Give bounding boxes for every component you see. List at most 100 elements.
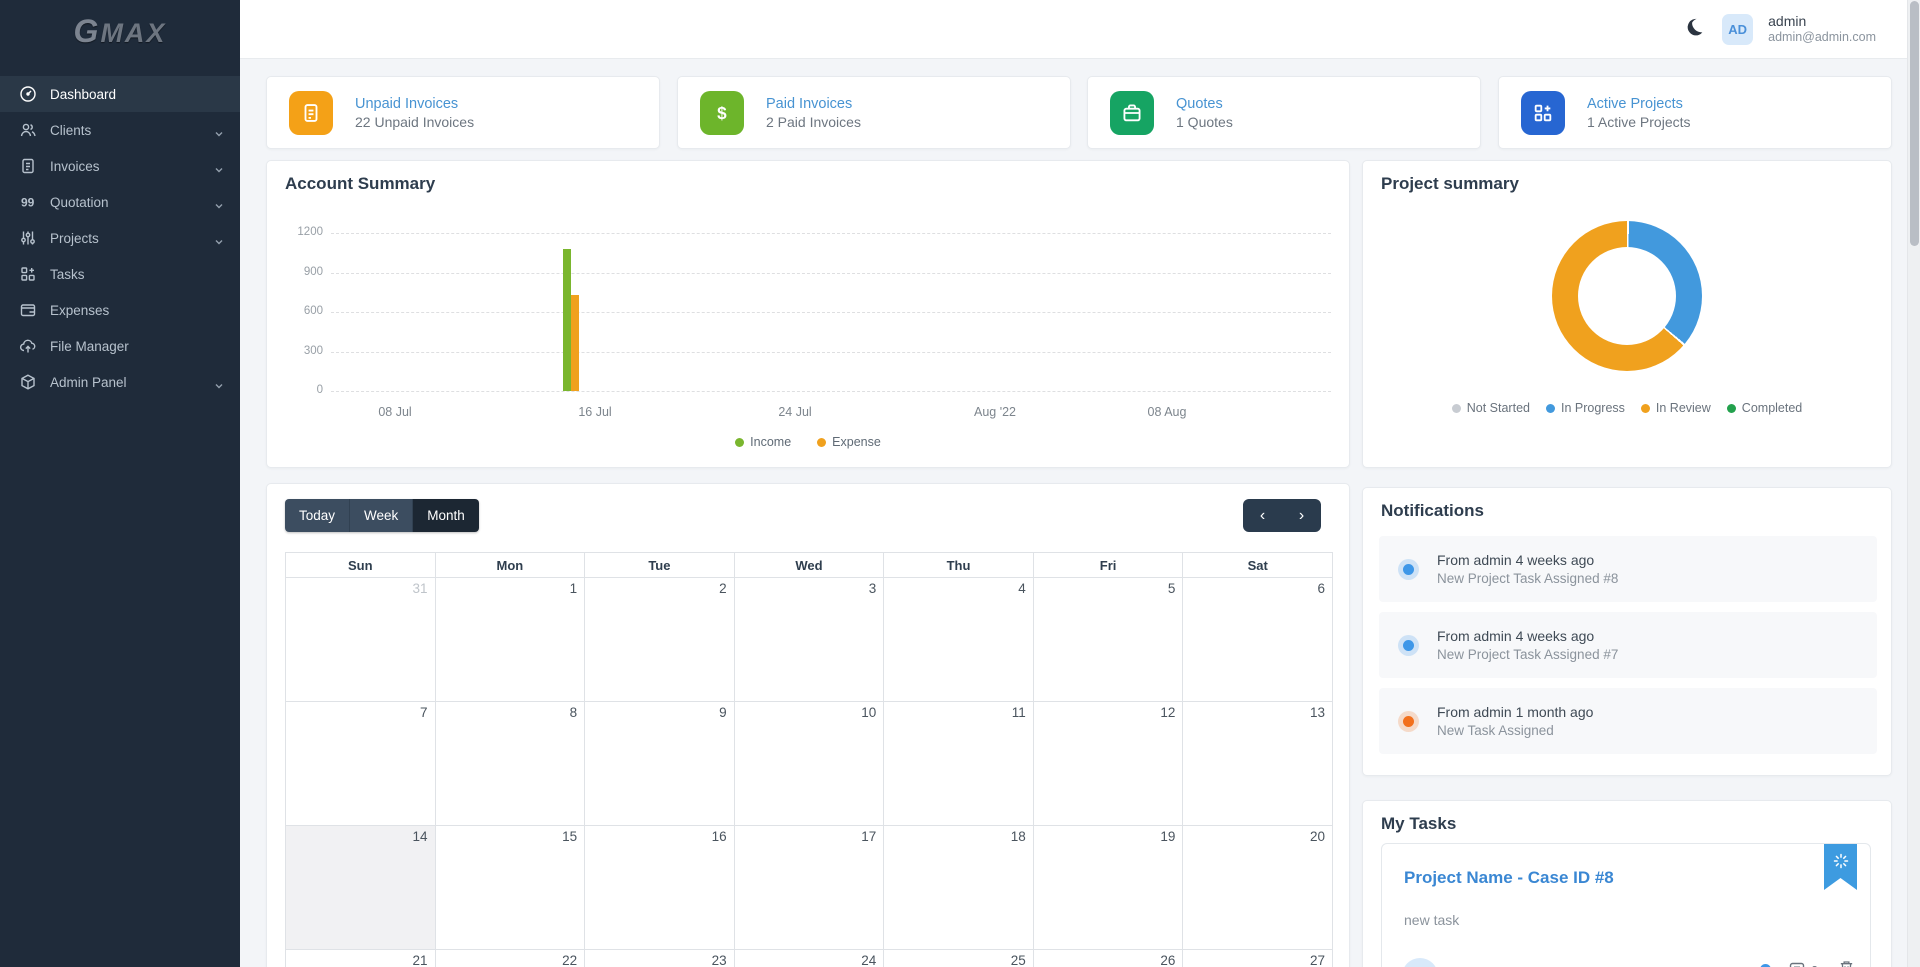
wallet-icon bbox=[19, 301, 37, 319]
legend-label: In Progress bbox=[1560, 401, 1625, 415]
gridline bbox=[331, 272, 1331, 274]
legend-item-expense[interactable]: Expense bbox=[817, 435, 881, 449]
notification-item[interactable]: From admin 4 weeks ago New Project Task A… bbox=[1379, 536, 1877, 602]
legend-item-in-review[interactable]: In Review bbox=[1640, 401, 1711, 415]
svg-text:99: 99 bbox=[21, 196, 35, 210]
calendar-day-cell-27[interactable]: 27 bbox=[1182, 949, 1333, 967]
calendar-day-cell-6[interactable]: 6 bbox=[1182, 577, 1333, 702]
task-title-link[interactable]: Project Name - Case ID #8 bbox=[1404, 868, 1614, 888]
calendar-day-cell-31[interactable]: 31 bbox=[285, 577, 436, 702]
sidebar-item-file-manager[interactable]: File Manager bbox=[0, 328, 240, 364]
calendar-day-cell-23[interactable]: 23 bbox=[584, 949, 735, 967]
y-axis-tick: 0 bbox=[316, 384, 323, 396]
calendar-day-cell-17[interactable]: 17 bbox=[733, 825, 885, 950]
calendar-view-today-button[interactable]: Today bbox=[285, 499, 351, 532]
sidebar-item-quotation[interactable]: 99 Quotation bbox=[0, 184, 240, 220]
trash-icon[interactable] bbox=[1838, 959, 1855, 967]
sidebar-item-tasks[interactable]: Tasks bbox=[0, 256, 240, 292]
user-email: admin@admin.com bbox=[1768, 30, 1876, 45]
calendar-day-cell-19[interactable]: 19 bbox=[1032, 825, 1184, 950]
comment-icon bbox=[1788, 960, 1806, 967]
legend-label: Completed bbox=[1741, 401, 1803, 415]
account-summary-title: Account Summary bbox=[285, 174, 436, 193]
task-bookmark-ribbon[interactable] bbox=[1824, 844, 1857, 890]
page-scrollbar[interactable] bbox=[1907, 0, 1920, 967]
calendar-day-cell-20[interactable]: 20 bbox=[1182, 825, 1333, 950]
task-assignee-avatar[interactable]: AD bbox=[1402, 958, 1438, 967]
calendar-day-cell-16[interactable]: 16 bbox=[584, 825, 735, 950]
stat-card-title[interactable]: Active Projects bbox=[1587, 96, 1691, 112]
projects-icon bbox=[1521, 90, 1565, 135]
calendar-day-cell-12[interactable]: 12 bbox=[1032, 701, 1184, 826]
sidebar-item-clients[interactable]: Clients bbox=[0, 112, 240, 148]
x-axis-tick: 16 Jul bbox=[578, 405, 612, 419]
notifications-card: Notifications From admin 4 weeks ago New … bbox=[1362, 487, 1892, 776]
calendar-day-header-tue: Tue bbox=[584, 552, 735, 578]
calendar-view-week-button[interactable]: Week bbox=[350, 499, 414, 532]
calendar-day-cell-1[interactable]: 1 bbox=[434, 577, 586, 702]
notification-meta: From admin 1 month ago bbox=[1437, 704, 1594, 720]
sidebar-item-label: File Manager bbox=[50, 338, 129, 354]
calendar-day-cell-15[interactable]: 15 bbox=[434, 825, 586, 950]
calendar-day-cell-26[interactable]: 26 bbox=[1032, 949, 1184, 967]
user-menu[interactable]: admin admin@admin.com bbox=[1768, 13, 1876, 46]
my-tasks-card: My Tasks Project Name - Case ID #8 new t… bbox=[1362, 800, 1892, 967]
bar-income bbox=[563, 248, 571, 391]
notification-item[interactable]: From admin 4 weeks ago New Project Task A… bbox=[1379, 612, 1877, 678]
calendar-day-cell-10[interactable]: 10 bbox=[733, 701, 885, 826]
notification-text: New Task Assigned bbox=[1437, 723, 1554, 738]
stat-card-title[interactable]: Paid Invoices bbox=[766, 96, 861, 112]
sidebar-item-expenses[interactable]: Expenses bbox=[0, 292, 240, 328]
calendar-day-cell-24[interactable]: 24 bbox=[733, 949, 885, 967]
donut-hole bbox=[1578, 247, 1676, 345]
notification-dot-wrap bbox=[1379, 563, 1437, 575]
calendar-day-header-sat: Sat bbox=[1182, 552, 1333, 578]
legend-label: In Review bbox=[1655, 401, 1711, 415]
calendar-view-month-button[interactable]: Month bbox=[413, 499, 479, 532]
calendar-day-cell-3[interactable]: 3 bbox=[733, 577, 885, 702]
scrollbar-thumb[interactable] bbox=[1910, 1, 1919, 246]
legend-item-completed[interactable]: Completed bbox=[1726, 401, 1803, 415]
gridline bbox=[331, 391, 1331, 392]
calendar-day-cell-13[interactable]: 13 bbox=[1182, 701, 1333, 826]
calendar-day-cell-11[interactable]: 11 bbox=[883, 701, 1034, 826]
calendar-day-cell-2[interactable]: 2 bbox=[584, 577, 735, 702]
dark-mode-toggle[interactable] bbox=[1681, 17, 1707, 43]
user-avatar[interactable]: AD bbox=[1722, 14, 1754, 45]
moon-icon bbox=[1683, 16, 1705, 43]
calendar-next-button[interactable]: › bbox=[1282, 499, 1321, 532]
calendar-day-cell-25[interactable]: 25 bbox=[883, 949, 1034, 967]
calendar-day-cell-22[interactable]: 22 bbox=[434, 949, 586, 967]
task-comments-button[interactable]: 0 bbox=[1788, 960, 1818, 967]
stat-card-subtitle: 1 Quotes bbox=[1176, 113, 1233, 130]
sidebar-item-invoices[interactable]: Invoices bbox=[0, 148, 240, 184]
legend-item-not-started[interactable]: Not Started bbox=[1451, 401, 1530, 415]
calendar-week-row: 21 22 23 24 25 26 27 bbox=[285, 949, 1333, 967]
stat-card-title[interactable]: Unpaid Invoices bbox=[355, 96, 474, 112]
project-summary-legend: Not Started In Progress In Review Completed bbox=[1363, 401, 1891, 415]
sidebar-item-dashboard[interactable]: Dashboard bbox=[0, 76, 240, 112]
brand-logo[interactable]: GMAX bbox=[0, 0, 240, 62]
x-axis-tick: 08 Jul bbox=[378, 405, 412, 419]
legend-label: Income bbox=[750, 435, 792, 449]
calendar-day-cell-8[interactable]: 8 bbox=[434, 701, 586, 826]
sidebar-item-projects[interactable]: Projects bbox=[0, 220, 240, 256]
calendar-day-cell-9[interactable]: 9 bbox=[584, 701, 735, 826]
sidebar: GMAX Dashboard Clients Invoices 99 Quotation… bbox=[0, 0, 240, 967]
calendar-day-cell-7[interactable]: 7 bbox=[285, 701, 436, 826]
calendar-day-cell-4[interactable]: 4 bbox=[883, 577, 1034, 702]
calendar-day-cell-21[interactable]: 21 bbox=[285, 949, 436, 967]
calendar-day-cell-18[interactable]: 18 bbox=[883, 825, 1034, 950]
sidebar-menu: Dashboard Clients Invoices 99 Quotation Proje… bbox=[0, 76, 240, 400]
calendar-day-cell-14[interactable]: 14 bbox=[285, 825, 436, 950]
calendar-prev-button[interactable]: ‹ bbox=[1243, 499, 1282, 532]
notification-item[interactable]: From admin 1 month ago New Task Assigned bbox=[1379, 688, 1877, 754]
stat-card-title[interactable]: Quotes bbox=[1176, 96, 1233, 112]
project-summary-donut-chart bbox=[1552, 221, 1702, 371]
chevron-down-icon bbox=[214, 234, 224, 252]
legend-dot bbox=[1726, 403, 1736, 413]
legend-item-in-progress[interactable]: In Progress bbox=[1545, 401, 1625, 415]
calendar-day-cell-5[interactable]: 5 bbox=[1032, 577, 1184, 702]
sidebar-item-admin-panel[interactable]: Admin Panel bbox=[0, 364, 240, 400]
legend-item-income[interactable]: Income bbox=[735, 435, 791, 449]
